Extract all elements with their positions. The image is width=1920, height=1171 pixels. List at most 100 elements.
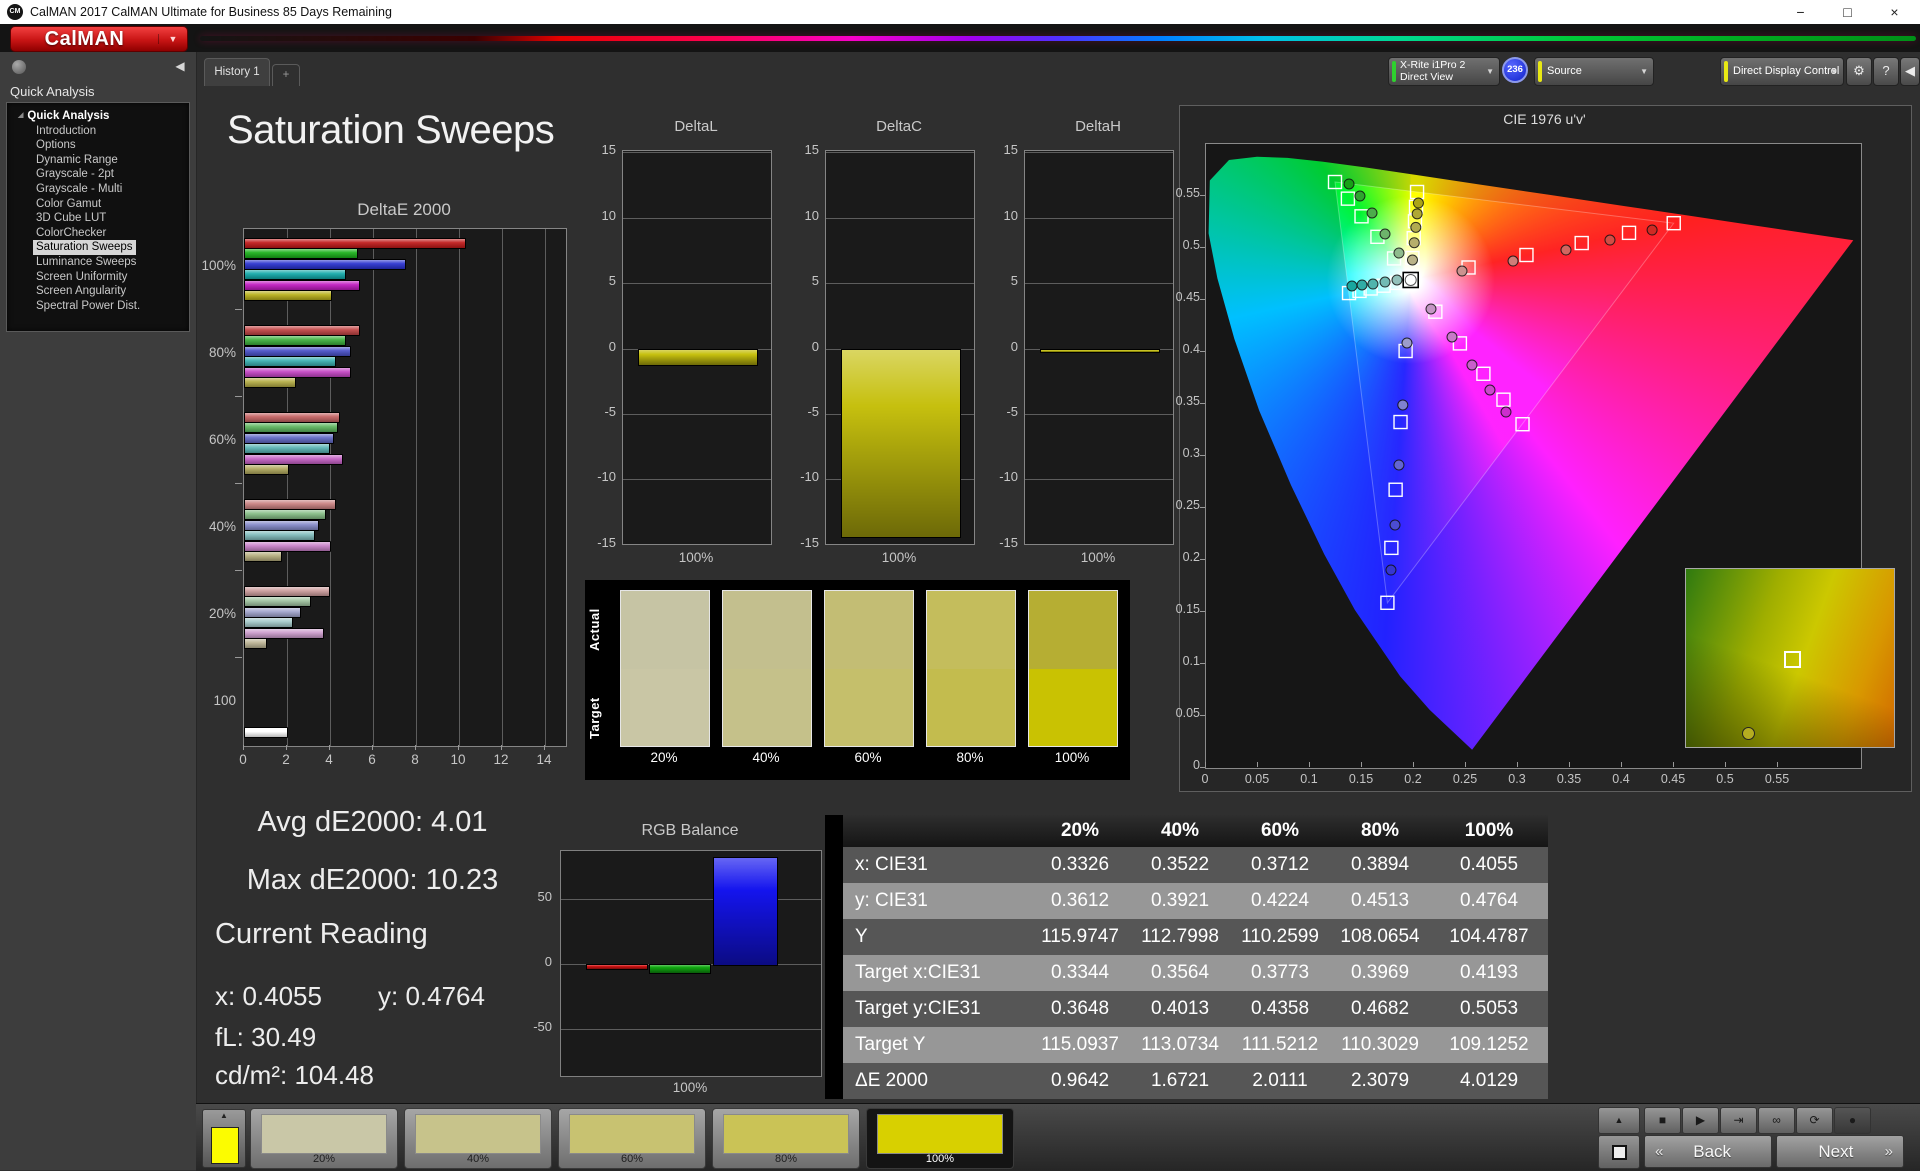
sidebar-item-luminance-sweeps[interactable]: Luminance Sweeps [33,255,139,270]
red-measured-point [1647,225,1657,235]
sidebar-item-3d-cube-lut[interactable]: 3D Cube LUT [33,211,109,226]
swatch-target [825,669,913,746]
stop-measure-button[interactable] [1598,1135,1640,1169]
back-button[interactable]: « Back [1644,1135,1772,1168]
cie-x-tick [1725,762,1726,767]
patch-button-80%[interactable]: 80% [712,1108,860,1169]
yellow-measured-point [1413,198,1423,208]
cie-x-tick [1205,762,1206,767]
y-tick-label: 5 [984,273,1018,288]
display-control-label: Direct Display Control [1733,58,1839,84]
delta-bar [841,349,961,538]
stop-button[interactable]: ■ [1644,1107,1681,1134]
panel-collapse-button[interactable]: ◀ [1900,57,1920,86]
sidebar-item-options[interactable]: Options [33,138,79,153]
swatch-80% [926,590,1016,747]
sidebar-item-dynamic-range[interactable]: Dynamic Range [33,153,121,168]
deltah-chart-title: DeltaH [1024,118,1172,135]
cie-y-tick [1200,611,1205,612]
patch-button-20%[interactable]: 20% [250,1108,398,1169]
record-button[interactable]: ● [1834,1107,1871,1134]
chevron-down-icon: ▼ [158,34,187,44]
play-icon: ▶ [1696,1113,1705,1127]
patch-preview-button[interactable]: ▲ [202,1109,246,1168]
cie-x-tick-label: 0.45 [1653,772,1693,786]
delta-bar [1040,349,1160,354]
source-status-stripe [1538,61,1542,82]
gridline [826,283,974,284]
cie-y-tick-label: 0.25 [1158,498,1200,512]
maximize-button[interactable]: □ [1824,0,1871,24]
step-button[interactable]: ⇥ [1720,1107,1757,1134]
deltae-bar-20%-Blue [244,607,301,618]
sidebar-item-saturation-sweeps[interactable]: Saturation Sweeps [33,240,136,255]
source-dropdown[interactable]: Source ▼ [1534,57,1654,86]
refresh-button[interactable]: ⟳ [1796,1107,1833,1134]
expand-controls-button[interactable]: ▲ [1598,1107,1640,1134]
swatch-actual [621,591,709,669]
deltae-bar-20%-Green [244,596,311,607]
table-value: 115.9747 [1030,919,1130,955]
sidebar-item-grayscale-2pt[interactable]: Grayscale - 2pt [33,167,117,182]
axis-tick [372,745,373,750]
table-value: 0.5053 [1430,991,1548,1027]
y-tick-label: -10 [582,469,616,484]
close-button[interactable]: × [1871,0,1918,24]
next-button[interactable]: Next » [1776,1135,1904,1168]
cie-y-tick-label: 0 [1158,758,1200,772]
axis-tick [329,745,330,750]
blue-measured-point [1402,338,1412,348]
sidebar-item-spectral-power-dist[interactable]: Spectral Power Dist. [33,299,143,314]
cie-y-tick-label: 0.1 [1158,654,1200,668]
meter-dropdown[interactable]: X-Rite i1Pro 2Direct View ▼ [1388,57,1500,86]
calman-menu-button[interactable]: CalMAN ▼ [10,26,188,52]
group-tick [235,483,242,484]
sidebar-item-screen-angularity[interactable]: Screen Angularity [33,284,129,299]
deltae-bar-40%-Blue [244,520,319,531]
sidebar-item-colorchecker[interactable]: ColorChecker [33,226,109,241]
tab-history-1[interactable]: History 1 [204,58,270,86]
cie-y-tick [1200,455,1205,456]
workflow-status-icon[interactable] [12,60,26,74]
sidebar-item-quick-analysis[interactable]: ◢Quick Analysis [15,109,112,124]
tab-add-button[interactable]: + [272,64,300,86]
current-fl-value: fL: 30.49 [215,1022,316,1053]
inset-measured-marker [1742,727,1755,740]
chevron-left-icon: « [1655,1143,1663,1160]
stop-icon [1612,1145,1627,1160]
cie-x-tick-label: 0.35 [1549,772,1589,786]
table-left-strip [825,815,843,1099]
sidebar-item-grayscale-multi[interactable]: Grayscale - Multi [33,182,125,197]
green-measured-point [1355,191,1365,201]
stop-icon: ■ [1659,1113,1666,1127]
deltae-bar-80%-Yellow [244,377,296,388]
cie-y-tick [1200,195,1205,196]
red-target-marker [1575,237,1588,250]
minimize-button[interactable]: − [1777,0,1824,24]
play-button[interactable]: ▶ [1682,1107,1719,1134]
cie-x-tick [1777,762,1778,767]
display-control-dropdown[interactable]: Direct Display Control ▼ [1720,57,1844,86]
loop-button[interactable]: ∞ [1758,1107,1795,1134]
sidebar-collapse-button[interactable]: ◀ [170,56,190,76]
sidebar-item-introduction[interactable]: Introduction [33,124,99,139]
meter-status-stripe [1392,61,1396,82]
patch-swatch [877,1114,1003,1154]
group-tick [235,570,242,571]
gridline [1025,479,1173,480]
sidebar-item-color-gamut[interactable]: Color Gamut [33,197,104,212]
patch-button-60%[interactable]: 60% [558,1108,706,1169]
table-value: 0.4193 [1430,955,1548,991]
y-tick-label: -15 [582,535,616,550]
y-tick-label: -5 [984,404,1018,419]
meter-count-badge[interactable]: 236 [1502,57,1528,83]
patch-button-40%[interactable]: 40% [404,1108,552,1169]
help-button[interactable]: ? [1873,57,1899,86]
table-row: x: CIE310.33260.35220.37120.38940.4055 [843,847,1548,883]
settings-button[interactable]: ⚙ [1846,57,1872,86]
patch-button-100%[interactable]: 100% [866,1108,1014,1169]
patch-label: 80% [713,1153,859,1165]
sidebar-item-screen-uniformity[interactable]: Screen Uniformity [33,270,130,285]
next-label: Next [1818,1142,1853,1162]
yellow-measured-point [1407,255,1417,265]
